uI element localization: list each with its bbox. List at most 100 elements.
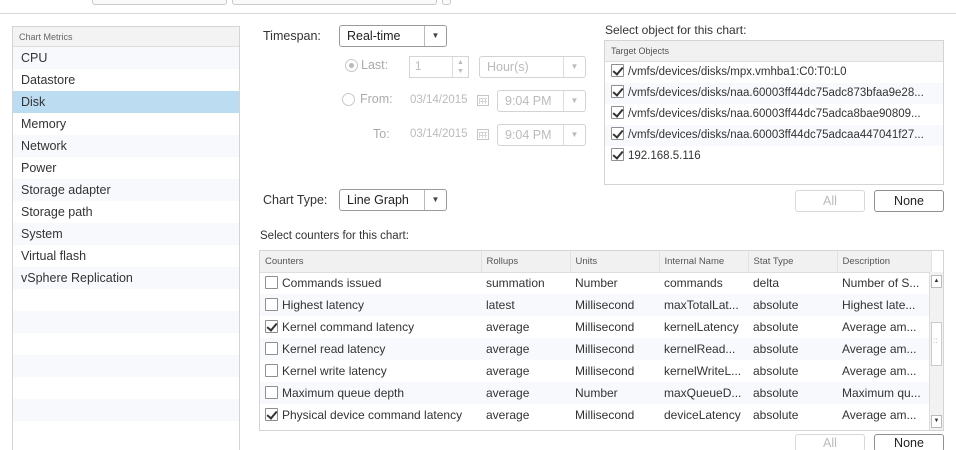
counter-stat-cell: absolute (753, 408, 799, 422)
to-date-field[interactable]: 03/14/2015 (408, 124, 472, 146)
target-object-row[interactable]: /vmfs/devices/disks/naa.60003ff44dc75adc… (605, 125, 943, 146)
counter-row[interactable]: Kernel command latency average Millisecond… (260, 316, 931, 338)
target-object-label: /vmfs/devices/disks/naa.60003ff44dc75adc… (628, 129, 924, 141)
metric-item[interactable]: System (13, 223, 239, 245)
last-radio[interactable] (345, 59, 358, 72)
counter-rollup-cell: average (481, 338, 570, 360)
column-header[interactable]: Counters (260, 251, 482, 273)
from-time-select[interactable]: 9:04 PM ▼ (497, 90, 586, 112)
performance-chart-options: Chart Metrics CPU Datastore Disk Memory Netw… (0, 0, 956, 450)
counters-none-button[interactable]: None (874, 434, 944, 450)
chart-type-select[interactable]: Line Graph ▼ (339, 189, 447, 211)
counter-units-cell: Millisecond (570, 294, 659, 316)
target-object-checkbox[interactable] (611, 64, 624, 77)
target-objects-header: Target Objects (605, 41, 943, 62)
counters-table-panel: Counters Rollups Units Internal Name Stat Ty… (259, 250, 944, 431)
timespan-select[interactable]: Real-time ▼ (339, 25, 447, 47)
counter-row[interactable]: Maximum queue depth average Number maxQueue… (260, 382, 931, 404)
scroll-down-icon[interactable]: ▼ (931, 415, 942, 428)
metric-empty-row (13, 355, 239, 377)
target-object-checkbox[interactable] (611, 106, 624, 119)
metric-item[interactable]: Network (13, 135, 239, 157)
chart-metrics-header: Chart Metrics (13, 27, 239, 47)
counter-checkbox[interactable] (265, 298, 278, 311)
top-dropdown[interactable] (92, 0, 227, 5)
counter-checkbox[interactable] (265, 342, 278, 355)
column-header[interactable]: Internal Name (659, 251, 749, 273)
counter-row[interactable]: Kernel read latency average Millisecond ker… (260, 338, 931, 360)
counter-stat-cell: absolute (748, 294, 837, 316)
counter-checkbox[interactable] (265, 276, 278, 290)
counter-desc-cell: Average am... (842, 364, 917, 378)
column-header[interactable]: Rollups (481, 251, 571, 273)
counter-row[interactable]: Highest latency latest Millisecond maxTotal… (260, 294, 931, 316)
counter-units-cell: Millisecond (575, 408, 635, 422)
from-date-field[interactable]: 03/14/2015 (408, 90, 472, 112)
to-time-select[interactable]: 9:04 PM ▼ (497, 124, 586, 146)
target-object-checkbox[interactable] (611, 85, 624, 98)
calendar-icon[interactable] (477, 95, 489, 106)
metric-item[interactable]: Disk (13, 91, 239, 113)
column-header[interactable]: Units (570, 251, 660, 273)
metric-item[interactable]: Memory (13, 113, 239, 135)
target-object-row[interactable]: /vmfs/devices/disks/naa.60003ff44dc75adc… (605, 83, 943, 104)
last-count-value: 1 (415, 61, 422, 73)
target-object-label: /vmfs/devices/disks/mpx.vmhba1:C0:T0:L0 (628, 66, 847, 78)
column-header[interactable]: Description (837, 251, 932, 273)
counters-title: Select counters for this chart: (260, 230, 409, 242)
metric-item[interactable]: Storage path (13, 201, 239, 223)
counter-checkbox[interactable] (265, 320, 278, 333)
counter-checkbox[interactable] (265, 408, 278, 421)
calendar-icon[interactable] (477, 129, 489, 140)
target-objects-title: Select object for this chart: (605, 23, 747, 37)
stepper-arrows-icon[interactable]: ▲ ▼ (452, 57, 468, 77)
metric-item[interactable]: Storage adapter (13, 179, 239, 201)
counter-cell: Physical device command latency (260, 404, 481, 426)
counter-stat-cell: absolute (753, 320, 799, 334)
counters-all-button[interactable]: All (795, 434, 865, 450)
last-unit-select[interactable]: Hour(s) ▼ (479, 56, 586, 78)
counter-desc-cell: Number of S... (842, 276, 920, 291)
top-button[interactable] (232, 0, 437, 5)
counter-internal-cell: maxTotalLat... (659, 294, 748, 316)
chart-type-value: Line Graph (347, 193, 409, 207)
counter-desc-cell: Maximum qu... (837, 382, 931, 404)
counters-scrollbar[interactable]: ▲ ▼ (929, 272, 943, 430)
target-object-row[interactable]: /vmfs/devices/disks/mpx.vmhba1:C0:T0:L0 (605, 62, 943, 83)
counter-internal-cell: kernelRead... (659, 338, 748, 360)
counter-name: Kernel command latency (282, 320, 415, 334)
counter-cell: Kernel read latency (260, 338, 481, 360)
counter-units-cell: Millisecond (575, 364, 635, 378)
last-count-stepper[interactable]: 1 ▲ ▼ (409, 56, 469, 78)
metric-item[interactable]: Power (13, 157, 239, 179)
counter-row[interactable]: Commands issued summation Number commands de… (260, 272, 931, 294)
counter-checkbox[interactable] (265, 364, 278, 377)
metric-item[interactable]: vSphere Replication (13, 267, 239, 289)
target-object-row[interactable]: /vmfs/devices/disks/naa.60003ff44dc75adc… (605, 104, 943, 125)
column-header[interactable]: Stat Type (748, 251, 838, 273)
top-small-button[interactable] (442, 0, 451, 5)
target-object-row[interactable]: 192.168.5.116 (605, 146, 943, 167)
from-label: From: (360, 92, 393, 106)
metric-empty-row (13, 289, 239, 311)
scroll-thumb[interactable] (931, 322, 942, 366)
counter-cell: Commands issued (260, 272, 481, 294)
counter-name: Kernel write latency (282, 364, 387, 378)
metric-item[interactable]: Datastore (13, 69, 239, 91)
counter-row[interactable]: Physical device command latency average Mi… (260, 404, 931, 426)
counter-row[interactable]: Kernel write latency average Millisecond ke… (260, 360, 931, 382)
counter-checkbox[interactable] (265, 386, 278, 399)
targets-all-button[interactable]: All (795, 190, 865, 212)
target-object-checkbox[interactable] (611, 148, 624, 161)
metric-item[interactable]: CPU (13, 47, 239, 69)
from-radio[interactable] (342, 93, 355, 106)
metric-empty-row (13, 377, 239, 399)
scroll-up-icon[interactable]: ▲ (931, 275, 942, 288)
counter-units-cell: Millisecond (575, 320, 635, 334)
target-object-label: /vmfs/devices/disks/naa.60003ff44dc75adc… (628, 87, 924, 99)
metric-item[interactable]: Virtual flash (13, 245, 239, 267)
target-object-checkbox[interactable] (611, 127, 624, 140)
timespan-value: Real-time (347, 29, 401, 43)
targets-none-button[interactable]: None (874, 190, 944, 212)
counter-name: Highest latency (282, 298, 365, 312)
